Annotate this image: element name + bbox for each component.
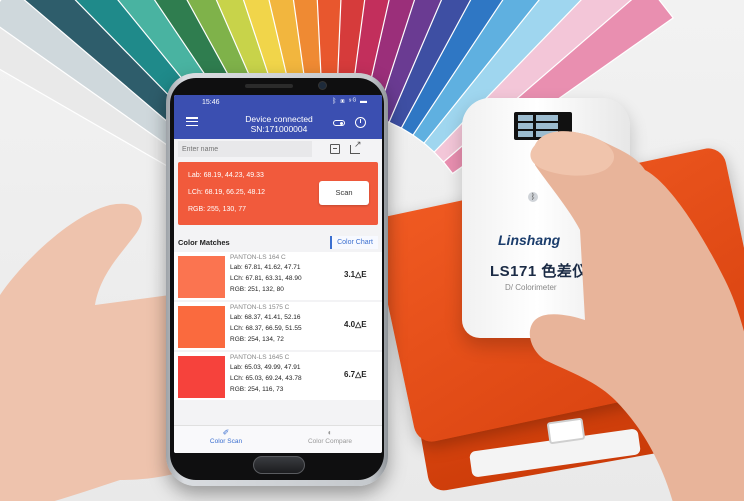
color-chart-tab[interactable]: Color Chart [330,236,378,249]
share-icon[interactable] [350,139,362,154]
front-camera-icon [318,81,327,90]
match-delta-e: 6.7△E [344,370,367,379]
status-bar: 15:46 ᛒ ▣ ⁹ᴳ ▬ [174,95,382,109]
compare-icon: ◐ [327,428,333,437]
match-rgb: RGB: 254, 134, 72 [230,336,284,343]
match-lch: LCh: 68.37, 66.59, 51.55 [230,325,302,332]
nav-color-scan[interactable]: ✐ Color Scan [176,428,276,452]
match-delta-e: 3.1△E [344,270,367,279]
result-lab: Lab: 68.19, 44.23, 49.33 [188,172,264,179]
match-swatch [178,256,225,298]
bottom-nav: ✐ Color Scan ◐ Color Compare [174,425,382,453]
home-button[interactable] [253,456,305,474]
match-swatch [178,306,225,348]
status-time: 15:46 [202,99,220,106]
match-item[interactable]: PANTON-LS 1575 C Lab: 68.37, 41.41, 52.1… [174,302,382,350]
match-lch: LCh: 65.03, 69.24, 43.78 [230,375,302,382]
nav-label: Color Compare [307,438,353,445]
phone-speaker [245,84,293,88]
match-name: PANTON-LS 1645 C [230,354,290,361]
app-bar: 15:46 ᛒ ▣ ⁹ᴳ ▬ Device connected SN:17100… [174,95,382,139]
match-lab: Lab: 68.37, 41.41, 52.16 [230,314,301,321]
app-screen: 15:46 ᛒ ▣ ⁹ᴳ ▬ Device connected SN:17100… [174,95,382,453]
connection-title: Device connected SN:171000004 [234,114,324,134]
eyedropper-icon: ✐ [222,428,230,437]
save-icon[interactable] [330,144,340,154]
match-rgb: RGB: 251, 132, 80 [230,286,284,293]
result-lch: LCh: 68.19, 66.25, 48.12 [188,189,266,196]
matches-title: Color Matches [178,238,230,247]
scan-button[interactable]: Scan [319,181,369,205]
match-item[interactable]: PANTON-LS 164 C Lab: 67.81, 41.62, 47.71… [174,252,382,300]
match-rgb: RGB: 254, 116, 73 [230,386,284,393]
serial-number: SN:171000004 [250,124,308,134]
match-lab: Lab: 65.03, 49.99, 47.91 [230,364,301,371]
measured-color-panel: Lab: 68.19, 44.23, 49.33 LCh: 68.19, 66.… [178,162,378,225]
connection-status: Device connected [245,114,313,124]
nav-color-compare[interactable]: ◐ Color Compare [280,428,380,452]
match-lch: LCh: 67.81, 63.31, 48.90 [230,275,302,282]
match-lab: Lab: 67.81, 41.62, 47.71 [230,264,301,271]
match-name: PANTON-LS 1575 C [230,304,290,311]
match-name: PANTON-LS 164 C [230,254,286,261]
right-hand [529,131,744,501]
toggle-icon[interactable] [333,120,345,126]
menu-icon[interactable] [186,117,198,127]
nav-label: Color Scan [209,438,243,445]
photo-scene: ᛒ Linshang LS171 色差仪 D/ Colorimeter 15:4… [0,0,744,501]
match-item[interactable]: PANTON-LS 1645 C Lab: 65.03, 49.99, 47.9… [174,352,382,400]
matches-header: Color Matches Color Chart [174,236,382,250]
match-swatch [178,356,225,398]
status-icons: ᛒ ▣ ⁹ᴳ ▬ [332,98,368,105]
match-delta-e: 4.0△E [344,320,367,329]
result-rgb: RGB: 255, 130, 77 [188,206,246,213]
history-icon[interactable] [355,117,366,128]
name-input[interactable] [178,141,312,157]
